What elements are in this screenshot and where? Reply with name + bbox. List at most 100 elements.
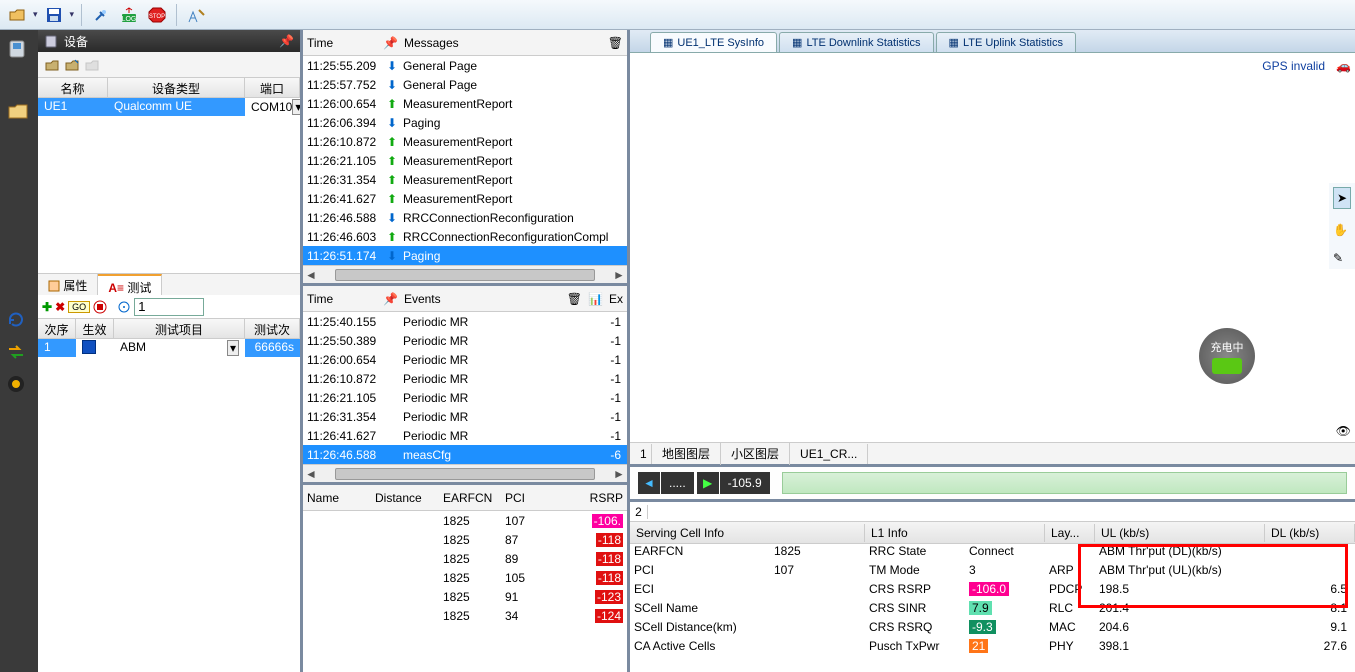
target-icon[interactable] [117, 300, 131, 314]
col-ex[interactable]: Ex [609, 292, 623, 306]
port-dropdown-icon[interactable]: ▾ [292, 99, 300, 115]
tab-cell-layer[interactable]: 小区图层 [721, 442, 790, 465]
tab-ue1-cr[interactable]: UE1_CR... [790, 444, 868, 464]
tab-test[interactable]: A≡ 测试 [98, 274, 162, 295]
test-item-dropdown-icon[interactable]: ▾ [227, 340, 239, 356]
alert-icon[interactable] [6, 374, 26, 394]
message-row[interactable]: 11:26:41.627⬆MeasurementReport [303, 189, 627, 208]
tab-1[interactable]: 1 [630, 444, 652, 464]
waveform[interactable] [782, 472, 1347, 494]
tab-dl-stats[interactable]: ▦LTE Downlink Statistics [779, 32, 934, 52]
save-icon[interactable] [42, 3, 66, 27]
remove-device-icon[interactable] [84, 57, 100, 73]
test-row[interactable]: 1 ABM▾ 66666s [38, 339, 300, 357]
test-icon: A≡ [108, 281, 124, 295]
message-row[interactable]: 11:25:57.752⬇General Page [303, 75, 627, 94]
add-device-icon[interactable] [44, 57, 60, 73]
chart-icon[interactable]: 📊 [588, 292, 603, 306]
col-time[interactable]: Time [307, 292, 377, 306]
pin-icon[interactable]: 📌 [279, 34, 294, 48]
wizard-icon[interactable] [184, 3, 208, 27]
event-row[interactable]: 11:25:50.389Periodic MR-1 [303, 331, 627, 350]
col-messages[interactable]: Messages [404, 36, 459, 50]
car-icon[interactable]: 🚗 [1336, 59, 1351, 73]
open-icon[interactable] [5, 3, 29, 27]
message-row[interactable]: 11:26:31.354⬆MeasurementReport [303, 170, 627, 189]
message-row[interactable]: 11:26:10.872⬆MeasurementReport [303, 132, 627, 151]
trash-icon[interactable]: 🗑 [608, 36, 623, 50]
trash-icon[interactable]: 🗑 [567, 292, 582, 306]
message-row[interactable]: 11:26:06.394⬇Paging [303, 113, 627, 132]
message-row[interactable]: 11:26:46.603⬆RRCConnectionReconfiguratio… [303, 227, 627, 246]
event-row[interactable]: 11:26:10.872Periodic MR-1 [303, 369, 627, 388]
event-row[interactable]: 11:26:00.654Periodic MR-1 [303, 350, 627, 369]
serving-row: CA Active Cells [630, 639, 865, 658]
event-row[interactable]: 11:26:41.627Periodic MR-1 [303, 426, 627, 445]
cell-row[interactable]: 182587-118 [303, 530, 627, 549]
battery-widget: 充电中 [1199, 328, 1255, 384]
tab-icon: ▦ [792, 36, 802, 49]
tab-2[interactable]: 2 [630, 505, 648, 519]
log-icon[interactable]: LOG [117, 3, 141, 27]
cell-row[interactable]: 182589-118 [303, 549, 627, 568]
tab-sysinfo[interactable]: ▦UE1_LTE SysInfo [650, 32, 777, 52]
test-count-input[interactable] [134, 298, 204, 316]
ul-header[interactable]: UL (kb/s) [1095, 524, 1265, 542]
message-row[interactable]: 11:25:55.209⬇General Page [303, 56, 627, 75]
gps-status: GPS invalid [1262, 59, 1325, 73]
event-row[interactable]: 11:26:31.354Periodic MR-1 [303, 407, 627, 426]
l1-info-header[interactable]: L1 Info [865, 524, 1045, 542]
message-row[interactable]: 11:26:51.174⬇Paging [303, 246, 627, 265]
svg-text:STOP: STOP [149, 14, 165, 20]
cell-row[interactable]: 1825105-118 [303, 568, 627, 587]
add-test-icon[interactable]: ✚ [42, 300, 52, 314]
play-icon[interactable]: ▶ [697, 472, 719, 494]
prev-icon[interactable]: ◄ [638, 472, 660, 494]
checkbox-icon[interactable] [82, 340, 96, 354]
cell-row[interactable]: 182591-123 [303, 587, 627, 606]
swap-icon[interactable] [6, 342, 26, 362]
connect-icon[interactable] [89, 3, 113, 27]
cursor-icon[interactable]: ➤ [1333, 187, 1351, 209]
folder-tab-icon[interactable] [7, 100, 31, 124]
go-icon[interactable]: GO [68, 301, 90, 313]
col-name[interactable]: 名称 [38, 78, 108, 97]
message-row[interactable]: 11:26:46.588⬇RRCConnectionReconfiguratio… [303, 208, 627, 227]
tab-ul-stats[interactable]: ▦LTE Uplink Statistics [936, 32, 1076, 52]
cell-row[interactable]: 1825107-106. [303, 511, 627, 530]
del-test-icon[interactable]: ✖ [55, 300, 65, 314]
event-row[interactable]: 11:25:40.155Periodic MR-1 [303, 312, 627, 331]
dl-header[interactable]: DL (kb/s) [1265, 524, 1355, 542]
ul-row: 198.5 [1095, 582, 1265, 601]
message-row[interactable]: 11:26:00.654⬆MeasurementReport [303, 94, 627, 113]
event-row[interactable]: 11:26:21.105Periodic MR-1 [303, 388, 627, 407]
lay-row: PHY [1045, 639, 1095, 658]
stop-test-icon[interactable] [93, 300, 107, 314]
eye-icon[interactable]: 👁 [1336, 424, 1351, 438]
pin-icon[interactable]: 📌 [383, 36, 398, 50]
hand-icon[interactable]: ✋ [1333, 223, 1351, 237]
cell-row[interactable]: 182534-124 [303, 606, 627, 625]
tab-properties[interactable]: 属性 [38, 274, 98, 295]
message-row[interactable]: 11:26:21.105⬆MeasurementReport [303, 151, 627, 170]
pencil-icon[interactable]: ✎ [1333, 251, 1351, 265]
h-scrollbar[interactable]: ◄► [303, 464, 627, 482]
serving-cell-header[interactable]: Serving Cell Info [630, 524, 865, 542]
col-port[interactable]: 端口 [245, 78, 300, 97]
tab-map-layer[interactable]: 地图图层 [652, 442, 721, 465]
col-type[interactable]: 设备类型 [108, 78, 245, 97]
device-row[interactable]: UE1 Qualcomm UE COM10 ▾ [38, 98, 300, 116]
device-icon [44, 34, 58, 48]
device-tab-icon[interactable] [7, 38, 31, 62]
col-time[interactable]: Time [307, 36, 377, 50]
refresh-icon[interactable] [6, 310, 26, 330]
map-area[interactable]: GPS invalid 🚗 ➤ ✋ ✎ 充电中 👁 1 地图图层 小区图层 UE… [630, 53, 1355, 464]
h-scrollbar[interactable]: ◄► [303, 265, 627, 283]
col-events[interactable]: Events [404, 292, 441, 306]
scan-device-icon[interactable] [64, 57, 80, 73]
stop-icon[interactable]: STOP [145, 3, 169, 27]
pin-icon[interactable]: 📌 [383, 292, 398, 306]
event-row[interactable]: 11:26:46.588measCfg-6 [303, 445, 627, 464]
play-val: -105.9 [720, 472, 770, 494]
layer-header[interactable]: Lay... [1045, 524, 1095, 542]
